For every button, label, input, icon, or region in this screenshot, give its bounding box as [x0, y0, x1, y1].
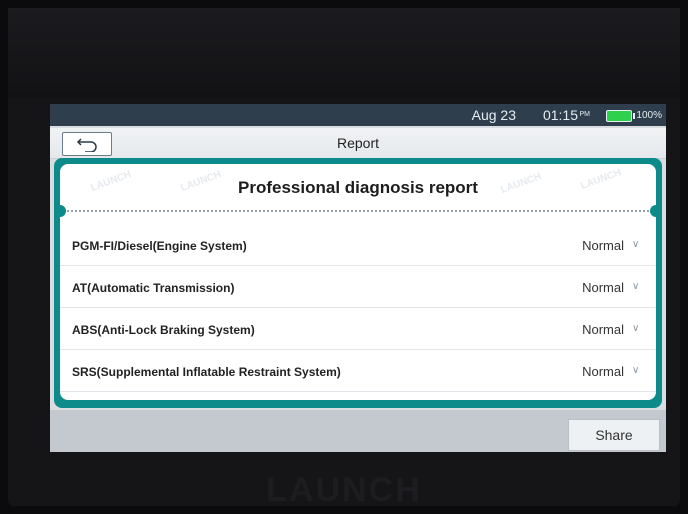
system-list: PGM-FI/Diesel(Engine System) Normal ∨ AT…	[60, 224, 656, 392]
report-panel: LAUNCH LAUNCH LAUNCH LAUNCH Professional…	[54, 158, 662, 408]
status-date: Aug 23	[471, 107, 516, 123]
share-button[interactable]: Share	[568, 419, 660, 451]
device-bezel	[8, 8, 680, 98]
ticket-notch	[60, 205, 66, 217]
battery-icon	[606, 110, 635, 122]
status-time: 01:15	[542, 107, 578, 123]
dashed-divider	[60, 210, 656, 212]
ticket-notch	[650, 205, 656, 217]
system-row-abs[interactable]: ABS(Anti-Lock Braking System) Normal ∨	[60, 308, 656, 350]
system-row-engine[interactable]: PGM-FI/Diesel(Engine System) Normal ∨	[60, 224, 656, 266]
device-screen: Aug 23 01:15 PM 100% Report LAUNCH LAUNC…	[50, 104, 666, 452]
system-status: Normal	[582, 322, 624, 337]
chevron-down-icon[interactable]: ∨	[632, 281, 642, 292]
status-bar: Aug 23 01:15 PM 100%	[50, 104, 666, 126]
system-row-srs[interactable]: SRS(Supplemental Inflatable Restraint Sy…	[60, 350, 656, 392]
system-row-transmission[interactable]: AT(Automatic Transmission) Normal ∨	[60, 266, 656, 308]
system-status: Normal	[582, 238, 624, 253]
title-bar: Report	[50, 128, 666, 159]
report-heading: Professional diagnosis report	[238, 178, 478, 197]
system-status: Normal	[582, 280, 624, 295]
page-title: Report	[336, 135, 380, 151]
report-card: LAUNCH LAUNCH LAUNCH LAUNCH Professional…	[60, 164, 656, 400]
device-frame: Aug 23 01:15 PM 100% Report LAUNCH LAUNC…	[8, 8, 680, 509]
system-label: ABS(Anti-Lock Braking System)	[72, 323, 255, 337]
system-label: AT(Automatic Transmission)	[72, 281, 235, 295]
system-label: SRS(Supplemental Inflatable Restraint Sy…	[72, 365, 341, 379]
chevron-down-icon[interactable]: ∨	[632, 365, 642, 376]
bottom-toolbar: Share	[50, 410, 666, 452]
status-period: PM	[579, 111, 591, 118]
chevron-down-icon[interactable]: ∨	[632, 239, 642, 250]
device-brand-logo: LAUNCH	[266, 471, 422, 509]
system-status: Normal	[582, 364, 624, 379]
battery-level: 100%	[636, 110, 662, 121]
system-label: PGM-FI/Diesel(Engine System)	[72, 239, 247, 253]
chevron-down-icon[interactable]: ∨	[632, 323, 642, 334]
